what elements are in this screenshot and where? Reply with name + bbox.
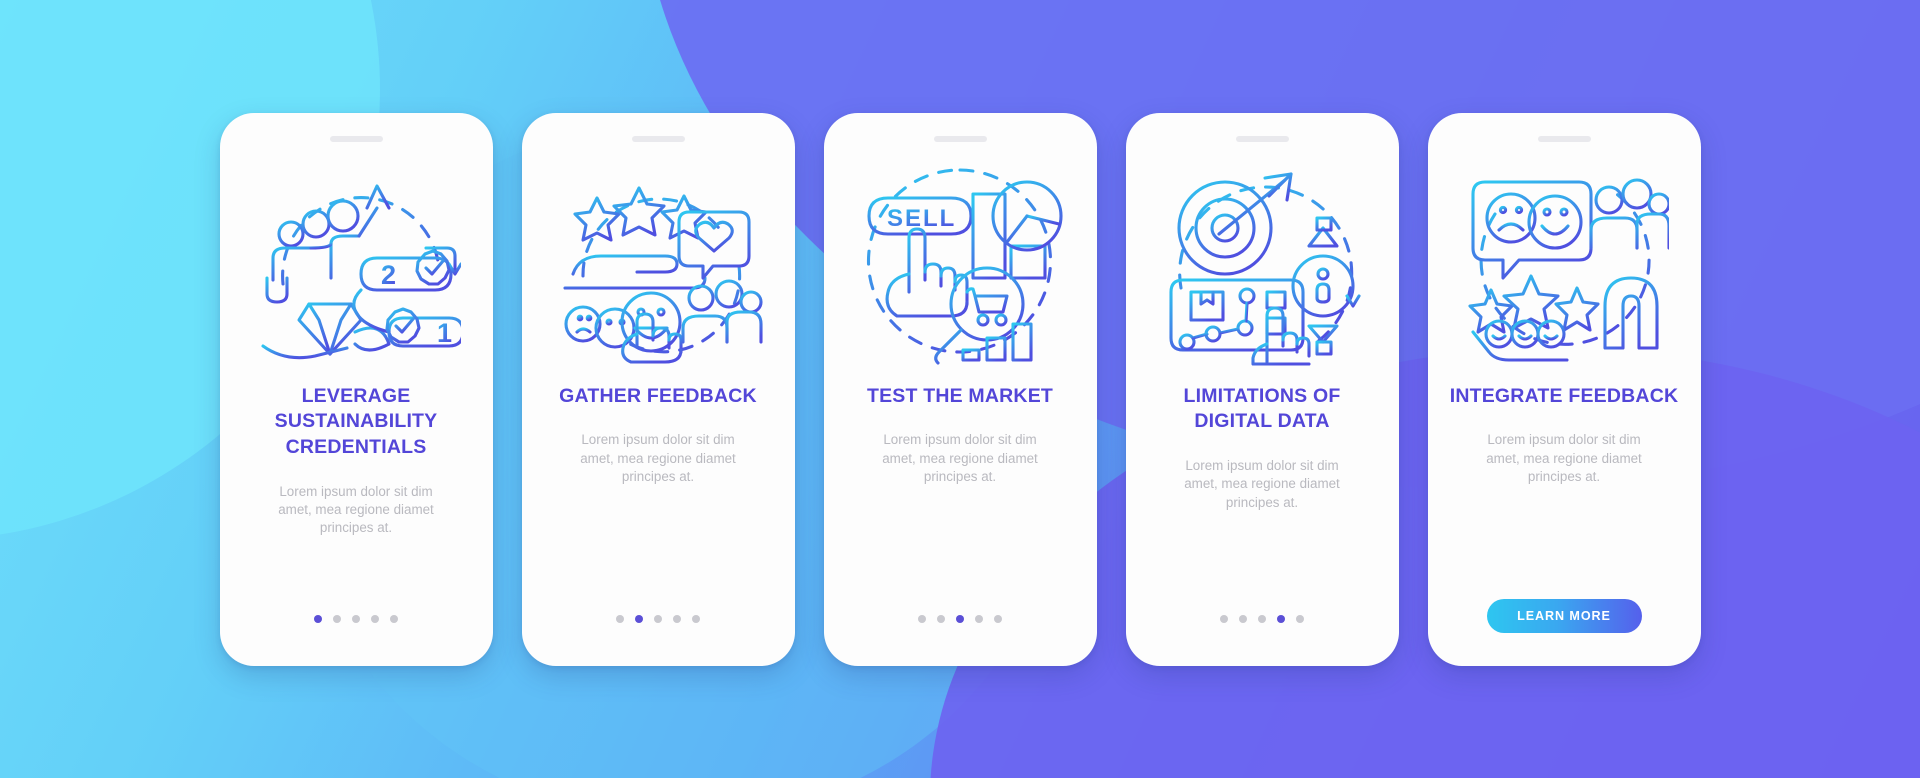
onboarding-screen-1[interactable]: 2 1 LEVERAGE SUSTAINABILITY CREDENTIALS … xyxy=(219,112,493,666)
svg-text:SELL: SELL xyxy=(887,205,956,232)
card-title: TEST THE MARKET xyxy=(866,384,1054,407)
card-body-text: Lorem ipsum dolor sit dim amet, mea regi… xyxy=(1486,432,1642,484)
gather-feedback-icon xyxy=(553,156,763,366)
pagination-dot[interactable] xyxy=(692,614,700,623)
test-the-market-icon: SELL xyxy=(855,156,1065,366)
pagination-dot-active[interactable] xyxy=(635,614,643,623)
onboarding-screen-2[interactable]: GATHER FEEDBACK Lorem ipsum dolor sit di… xyxy=(521,112,795,666)
pagination-dot[interactable] xyxy=(654,614,662,623)
pagination-dots[interactable] xyxy=(918,614,1002,624)
pagination-dot[interactable] xyxy=(937,614,945,623)
pagination-dot[interactable] xyxy=(1258,614,1266,623)
onboarding-card-list: 2 1 LEVERAGE SUSTAINABILITY CREDENTIALS … xyxy=(0,0,1920,778)
onboarding-screens-background: 2 1 LEVERAGE SUSTAINABILITY CREDENTIALS … xyxy=(0,0,1920,778)
pagination-dot-active[interactable] xyxy=(314,614,322,623)
card-title: LIMITATIONS OF DIGITAL DATA xyxy=(1183,384,1341,433)
pagination-dot[interactable] xyxy=(1296,614,1304,623)
pagination-dot[interactable] xyxy=(371,614,379,623)
card-body-text: Lorem ipsum dolor sit dim amet, mea regi… xyxy=(1184,457,1340,510)
pagination-dot[interactable] xyxy=(616,614,624,623)
card-body-text: Lorem ipsum dolor sit dim amet, mea regi… xyxy=(580,432,736,484)
pagination-dot[interactable] xyxy=(333,614,341,623)
card-title: LEVERAGE SUSTAINABILITY CREDENTIALS xyxy=(274,384,438,458)
phone-speaker-grille xyxy=(329,135,383,142)
onboarding-screen-5[interactable]: INTEGRATE FEEDBACK Lorem ipsum dolor sit… xyxy=(1427,112,1701,666)
pagination-dot[interactable] xyxy=(1239,614,1247,623)
phone-speaker-grille xyxy=(631,135,685,142)
learn-more-button[interactable]: LEARN MORE xyxy=(1486,598,1642,633)
svg-text:2: 2 xyxy=(381,260,396,290)
onboarding-screen-4[interactable]: LIMITATIONS OF DIGITAL DATA Lorem ipsum … xyxy=(1125,112,1399,666)
card-body-text: Lorem ipsum dolor sit dim amet, mea regi… xyxy=(882,432,1038,484)
svg-text:1: 1 xyxy=(437,318,452,348)
card-title: GATHER FEEDBACK xyxy=(559,384,757,407)
card-body-text: Lorem ipsum dolor sit dim amet, mea regi… xyxy=(278,483,434,536)
integrate-feedback-icon xyxy=(1459,156,1669,366)
card-title: INTEGRATE FEEDBACK xyxy=(1449,384,1679,407)
pagination-dots[interactable] xyxy=(1220,614,1304,624)
pagination-dot[interactable] xyxy=(673,614,681,623)
pagination-dot-active[interactable] xyxy=(956,614,964,623)
onboarding-screen-3[interactable]: SELL TEST THE MARKET Lorem ipsum dolor s… xyxy=(823,112,1097,666)
pagination-dot[interactable] xyxy=(918,614,926,623)
sustainability-credentials-icon: 2 1 xyxy=(251,156,461,366)
phone-speaker-grille xyxy=(933,135,987,142)
pagination-dot[interactable] xyxy=(975,614,983,623)
pagination-dot[interactable] xyxy=(1220,614,1228,623)
phone-speaker-grille xyxy=(1537,135,1591,142)
pagination-dot[interactable] xyxy=(352,614,360,623)
pagination-dot-active[interactable] xyxy=(1277,614,1285,623)
pagination-dots[interactable] xyxy=(616,614,700,624)
pagination-dot[interactable] xyxy=(390,614,398,623)
pagination-dot[interactable] xyxy=(994,614,1002,623)
limitations-digital-data-icon xyxy=(1157,156,1367,366)
phone-speaker-grille xyxy=(1235,135,1289,142)
pagination-dots[interactable] xyxy=(314,614,398,624)
